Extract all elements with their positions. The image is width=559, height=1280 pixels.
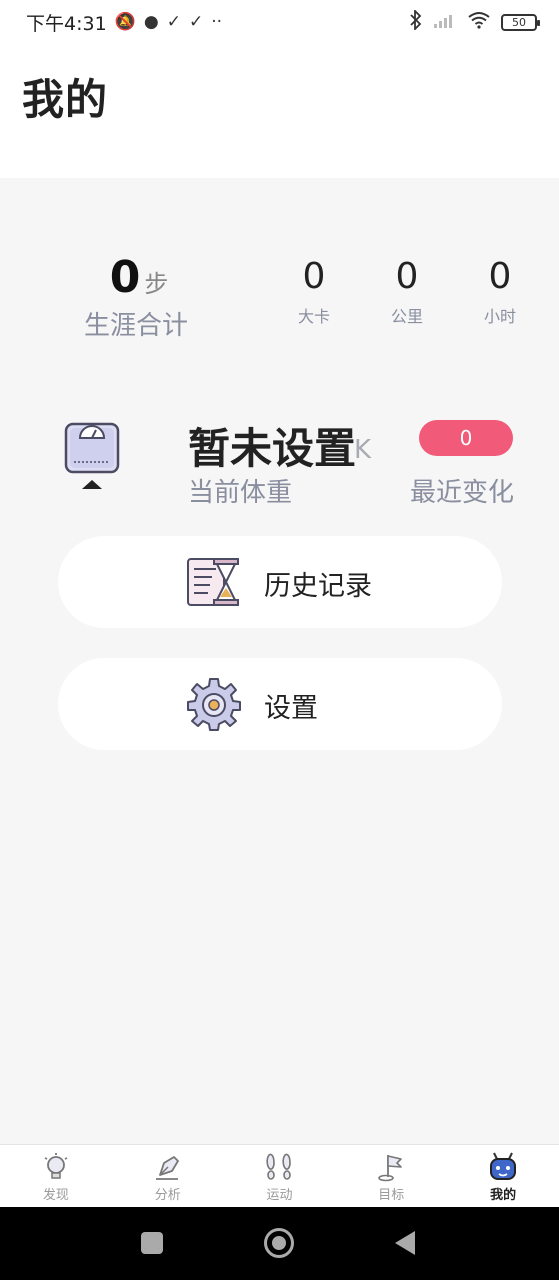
wifi-icon [467,11,491,33]
career-value: 0 [109,252,141,303]
page-header: 我的 [0,44,559,178]
tab-exercise[interactable]: 运动 [224,1145,336,1207]
page-title: 我的 [22,75,109,124]
stat-distance: 0 公里 [377,256,437,327]
tab-label: 我的 [490,1188,517,1203]
current-weight-value: 暂未设置 [188,424,357,473]
tab-label: 运动 [266,1188,293,1203]
tab-discover[interactable]: 发现 [0,1145,112,1207]
settings-label: 设置 [264,693,318,724]
lightbulb-icon [44,1153,68,1179]
career-total: 0 步 生涯合计 [84,252,204,342]
bluetooth-icon [409,8,423,34]
history-button[interactable]: 历史记录 [58,536,502,628]
stat-value: 0 [488,256,512,297]
stat-hours: 0 小时 [470,256,530,327]
weight-change-badge: 0 [419,420,513,456]
check-icon: ✓ [188,12,204,32]
home-button[interactable] [264,1228,294,1258]
flag-icon [378,1155,403,1182]
signal-icon [433,11,457,33]
check-icon: ✓ [166,12,181,32]
expand-arrow-icon[interactable] [82,480,102,489]
footprints-icon [266,1153,292,1180]
tab-label: 分析 [154,1188,181,1203]
career-value-row: 0 步 [74,252,204,303]
history-hourglass-icon [186,555,242,609]
tab-goal[interactable]: 目标 [335,1145,447,1207]
stat-label: 公里 [390,307,423,326]
stat-calories: 0 大卡 [284,256,344,327]
tab-label: 发现 [42,1188,69,1203]
weighing-scale-icon[interactable] [64,422,120,474]
gear-icon [186,677,242,731]
mute-bell-icon: 🔕 [114,12,136,32]
bottom-tab-bar: 发现 分析 运动 目标 我的 [0,1144,559,1207]
stat-value: 0 [302,256,326,297]
robot-face-icon [490,1152,517,1180]
battery-icon: 50 [501,13,540,31]
weight-unit: K [354,435,372,465]
stat-value: 0 [395,256,419,297]
stat-label: 小时 [483,307,516,326]
history-label: 历史记录 [264,571,372,602]
status-left: 下午4:31 🔕 ● ✓ ✓ ·· [26,9,222,36]
recent-apps-button[interactable] [141,1232,163,1254]
settings-button[interactable]: 设置 [58,658,502,750]
more-dots-icon: ·· [211,12,222,32]
pen-icon [155,1156,179,1180]
career-label: 生涯合计 [84,311,189,341]
tab-analysis[interactable]: 分析 [112,1145,224,1207]
back-button[interactable] [395,1231,415,1255]
chat-bubble-icon: ● [143,12,159,32]
system-navigation-bar [0,1207,559,1280]
status-bar: 下午4:31 🔕 ● ✓ ✓ ·· 50 [0,0,559,44]
career-unit: 步 [144,270,169,298]
status-time: 下午4:31 [26,12,107,35]
status-right: 50 [409,8,540,34]
tab-profile[interactable]: 我的 [447,1145,559,1207]
weight-change-label: 最近变化 [410,478,515,508]
current-weight-label: 当前体重 [188,478,293,508]
stat-label: 大卡 [297,307,330,326]
tab-label: 目标 [378,1188,405,1203]
